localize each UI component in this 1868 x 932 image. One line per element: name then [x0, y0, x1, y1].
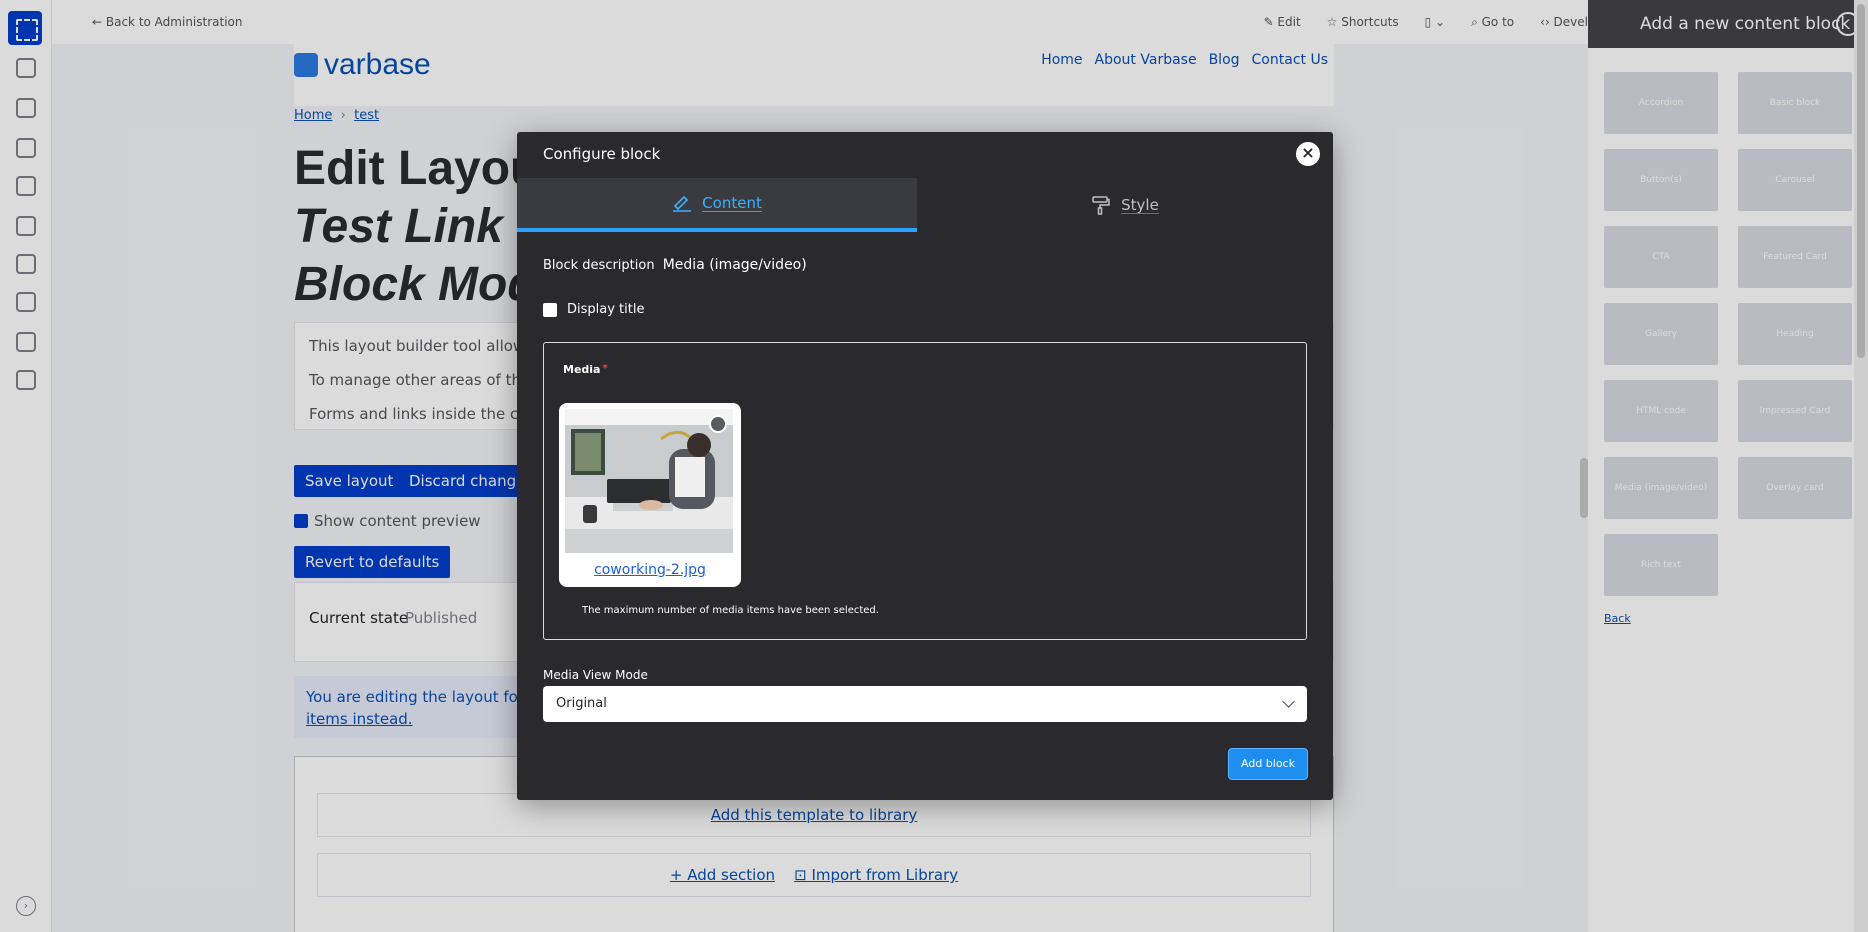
tab-content-label: Content [702, 194, 762, 212]
required-marker: * [602, 363, 608, 374]
tab-content[interactable]: Content [517, 178, 917, 232]
remove-icon[interactable] [709, 415, 727, 433]
media-filename-link[interactable]: coworking-2.jpg [559, 562, 741, 578]
block-description-value: Media (image/video) [662, 257, 807, 273]
display-title-label: Display title [567, 302, 645, 317]
add-block-button[interactable]: Add block [1228, 748, 1308, 780]
view-mode-select[interactable]: Original [543, 686, 1307, 722]
pen-icon [673, 195, 692, 212]
dialog-tabs: Content Style [517, 178, 1333, 232]
view-mode-value: Original [556, 696, 607, 711]
media-label-text: Media [563, 363, 601, 376]
close-icon[interactable]: × [1296, 142, 1320, 166]
tab-style-label: Style [1121, 196, 1159, 214]
media-limit-description: The maximum number of media items have b… [582, 605, 879, 616]
media-thumbnail [565, 409, 733, 553]
block-description-label: Block description [543, 258, 655, 273]
media-field: Media * coworking-2.jpg The maximum numb… [543, 342, 1307, 640]
tab-style[interactable]: Style [917, 178, 1333, 232]
block-description: Block description Media (image/video) [543, 257, 807, 273]
paint-roller-icon [1092, 196, 1110, 215]
chevron-down-icon [1282, 695, 1295, 708]
configure-block-dialog: Configure block × Content Style Block de… [517, 132, 1333, 800]
view-mode-label: Media View Mode [543, 668, 648, 682]
media-field-label: Media * [563, 363, 608, 376]
dialog-title: Configure block [543, 145, 661, 163]
media-item: coworking-2.jpg [559, 403, 741, 587]
display-title-checkbox[interactable] [543, 302, 557, 317]
coworking-image [565, 409, 733, 553]
display-title-field[interactable]: Display title [543, 302, 644, 317]
